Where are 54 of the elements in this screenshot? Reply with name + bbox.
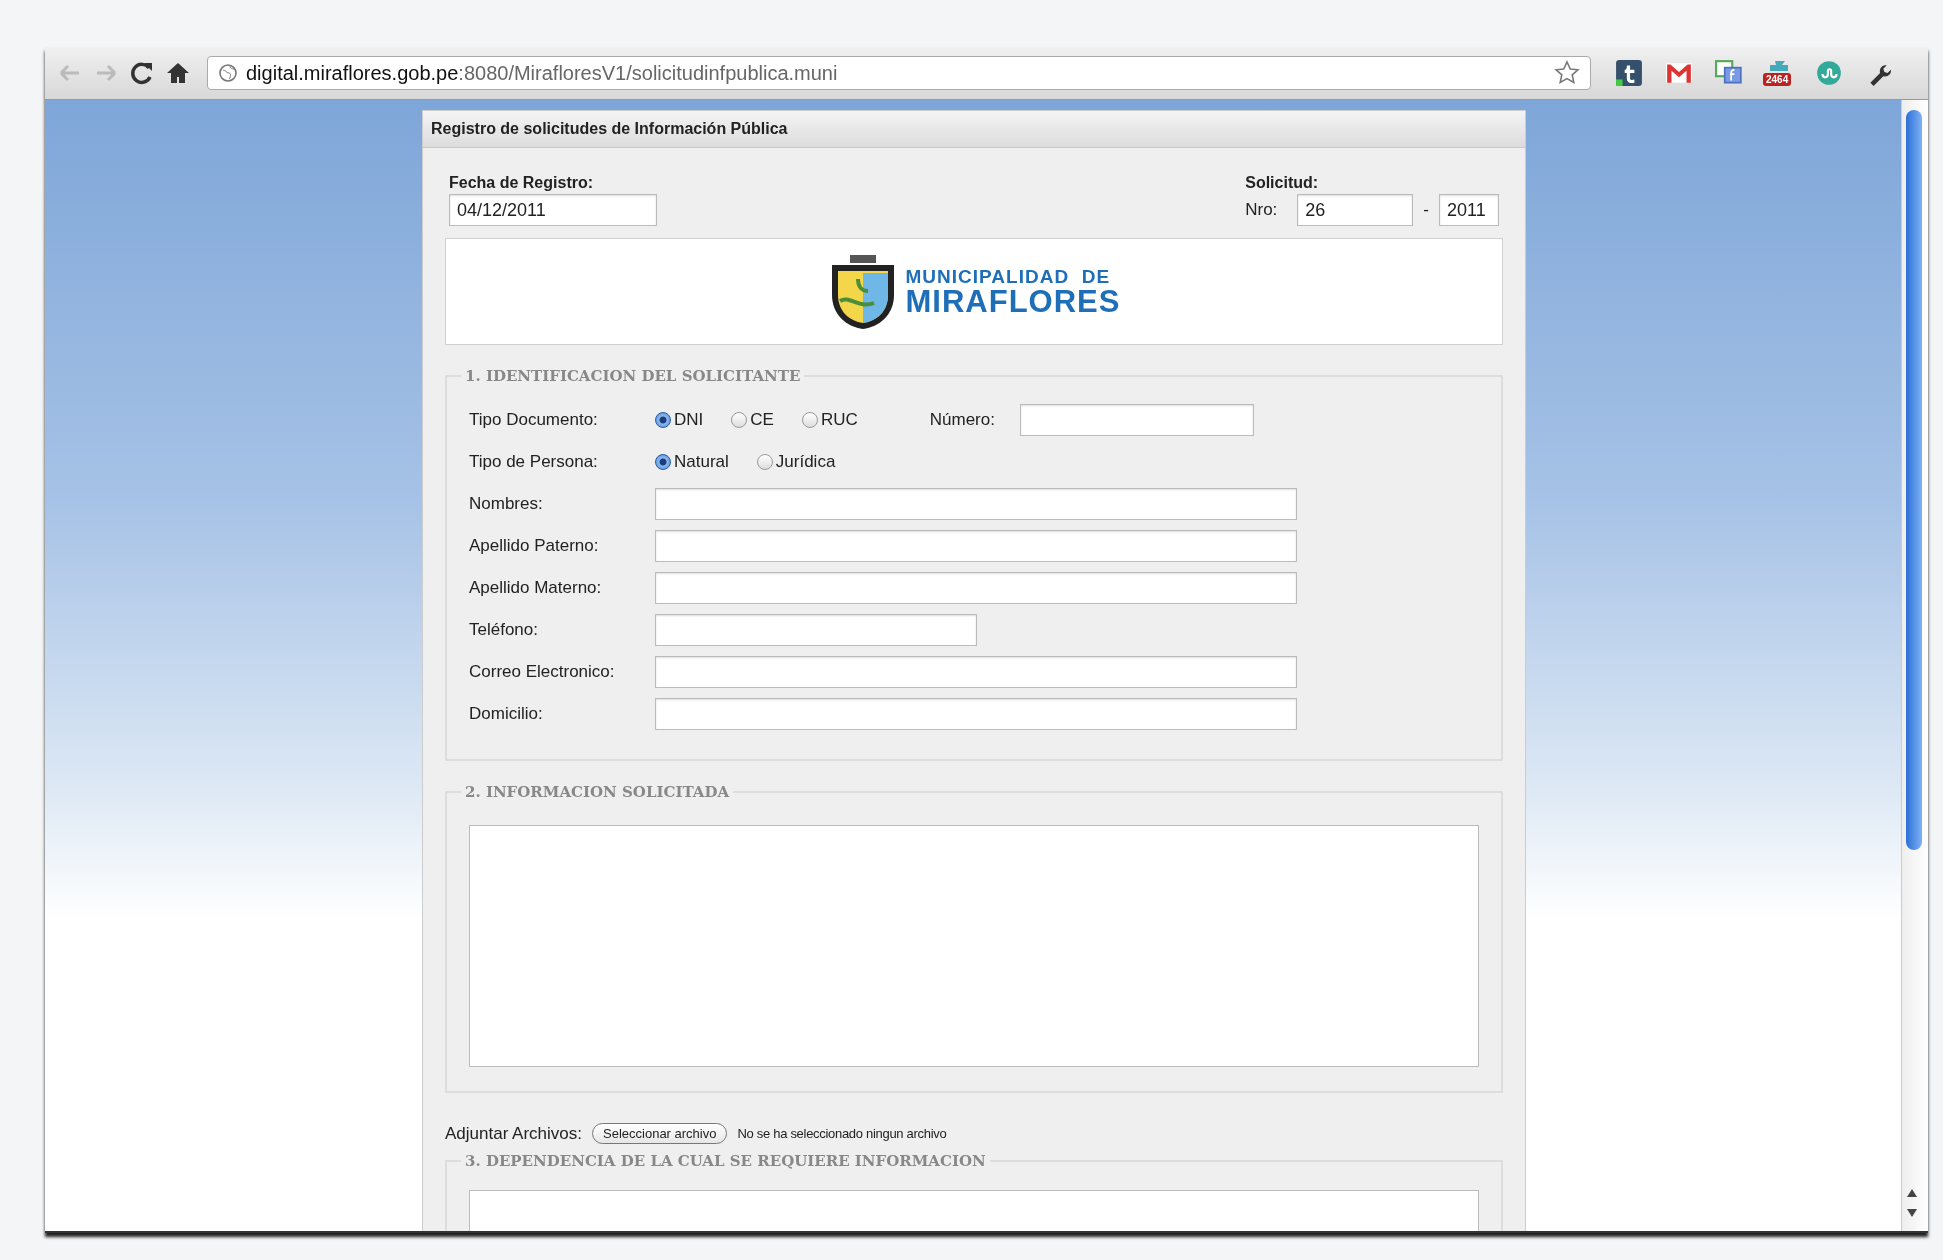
scrollbar[interactable] (1901, 100, 1928, 1231)
field-label: Tipo Documento: (469, 410, 599, 430)
field-label: Apellido Materno: (469, 578, 603, 598)
home-icon[interactable] (165, 60, 191, 86)
input-field[interactable] (655, 488, 1297, 520)
field-label: Fecha de Registro: (449, 174, 595, 192)
input-field[interactable] (655, 698, 1297, 730)
field-label: Domicilio: (469, 704, 544, 724)
section-heading: 3. DEPENDENCIA DE LA CUAL SE REQUIERE INFORMACION (464, 1152, 987, 1170)
radio-button[interactable] (655, 412, 671, 428)
field-label: Correo Electronico: (469, 662, 616, 682)
field-label: Número: (929, 410, 996, 430)
radio-option[interactable]: Natural (655, 452, 729, 472)
field-label: Apellido Paterno: (469, 536, 600, 556)
scroll-up-icon[interactable] (1907, 1189, 1917, 1197)
number-field[interactable]: 26 (1297, 194, 1414, 226)
input-field[interactable] (655, 656, 1297, 688)
section-heading: 2. INFORMACION SOLICITADA (464, 783, 731, 801)
input-field[interactable] (1019, 404, 1254, 436)
input-field[interactable] (655, 530, 1297, 562)
section-heading: 1. IDENTIFICACION DEL SOLICITANTE (464, 367, 802, 385)
input-field[interactable] (655, 614, 977, 646)
field-label: Nro: (1245, 200, 1278, 220)
radio-option[interactable]: RUC (801, 410, 858, 430)
input-field[interactable] (655, 572, 1297, 604)
radio-button[interactable] (731, 412, 748, 428)
radio-button[interactable] (655, 454, 671, 470)
globe-icon (218, 63, 238, 83)
scroll-down-icon[interactable] (1907, 1209, 1917, 1217)
radio-option[interactable]: DNI (655, 410, 704, 430)
radio-button[interactable] (801, 412, 818, 428)
field-label: Tipo de Persona: (469, 452, 599, 472)
date-field[interactable]: 04/12/2011 (449, 194, 657, 226)
field-label: Teléfono: (469, 620, 539, 640)
address-bar[interactable]: digital.miraflores.gob.pe:8080/MirafloresV1/solicitudinfpublica.muni (207, 56, 1591, 90)
reload-icon[interactable] (129, 60, 155, 86)
separator-text: - (1423, 200, 1429, 220)
file-status-text: No se ha seleccionado ningun archivo (737, 1126, 947, 1141)
url-text: digital.miraflores.gob.pe:8080/MirafloresV1/solicitudinfpublica.muni (246, 61, 839, 85)
panel-title: Registro de solicitudes de Información Pública (423, 111, 1525, 148)
field-label: Solicitud: (1245, 174, 1320, 192)
radio-option[interactable]: CE (731, 410, 774, 430)
logo-text: MUNICIPALIDAD DE (905, 266, 1112, 286)
star-icon[interactable] (1554, 60, 1580, 86)
year-field[interactable]: 2011 (1439, 194, 1499, 226)
radio-button[interactable] (756, 454, 773, 470)
field-label: Adjuntar Archivos: (445, 1123, 582, 1144)
swirl-circle-icon[interactable] (1815, 59, 1843, 87)
radio-option[interactable]: Jurídica (756, 452, 836, 472)
logo-text: MIRAFLORES (905, 285, 1121, 317)
scrollbar-thumb[interactable] (1906, 110, 1922, 850)
choose-file-button[interactable]: Seleccionar archivo (592, 1123, 728, 1144)
tumblr-t-icon[interactable] (1615, 59, 1643, 87)
field-label: Nombres: (469, 494, 544, 514)
